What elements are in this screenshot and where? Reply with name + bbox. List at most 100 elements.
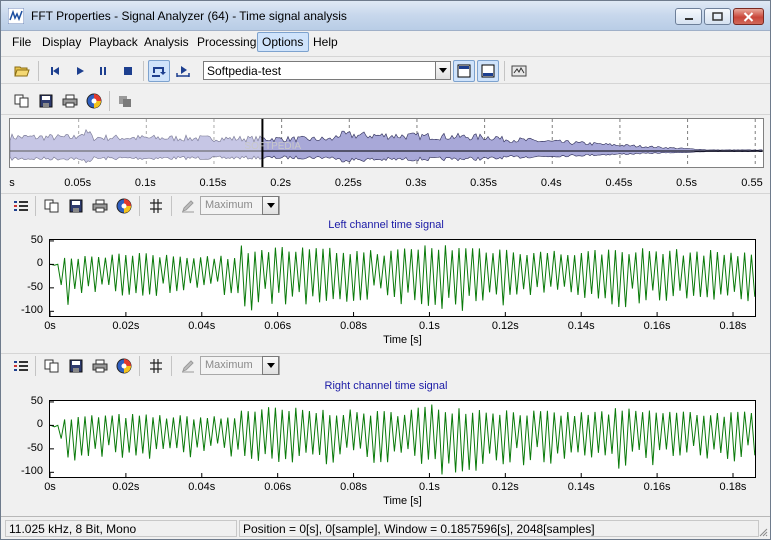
right-legend-button[interactable]	[11, 356, 31, 376]
menu-help[interactable]: Help	[308, 32, 343, 52]
menu-options[interactable]: Options	[257, 32, 310, 52]
close-icon	[743, 11, 754, 22]
color-palette-icon	[116, 198, 132, 214]
list-icon	[14, 361, 28, 371]
right-copy-button[interactable]	[42, 356, 62, 376]
x-axis-title: Time [s]	[383, 495, 422, 507]
layout-split-button[interactable]	[453, 60, 475, 82]
status-position: Position = 0[s], 0[sample], Window = 0.1…	[239, 520, 759, 537]
stop-button[interactable]	[118, 61, 138, 81]
copy-icon	[14, 94, 29, 108]
overview-tick-label: 0.1s	[134, 177, 156, 189]
overview-waveform[interactable]: SOFTPEDIA	[9, 118, 764, 168]
softpedia-watermark: SOFTPEDIA	[244, 141, 301, 152]
menu-analysis[interactable]: Analysis	[139, 32, 194, 52]
left-legend-button[interactable]	[11, 196, 31, 216]
layout-single-button[interactable]	[477, 60, 499, 82]
play-icon	[77, 67, 84, 75]
left-channel-plot[interactable]	[49, 239, 756, 317]
pause-icon	[100, 67, 106, 75]
play-button[interactable]	[70, 61, 90, 81]
x-tick-label: 0.02s	[112, 320, 140, 332]
x-tick-label: 0.08s	[340, 320, 368, 332]
print-icon	[62, 94, 78, 108]
skip-to-start-button[interactable]	[45, 61, 65, 81]
right-cursor-button[interactable]	[146, 356, 166, 376]
x-tick-label: 0.1s	[419, 481, 440, 493]
right-mode-dropdown[interactable]	[262, 356, 279, 375]
menu-display[interactable]: Display	[37, 32, 86, 52]
menu-processing[interactable]: Processing	[192, 32, 261, 52]
left-save-button[interactable]	[66, 196, 86, 216]
pause-button[interactable]	[93, 61, 113, 81]
resize-grip-icon[interactable]	[758, 527, 768, 537]
color-button[interactable]	[84, 91, 104, 111]
chevron-down-icon	[266, 203, 275, 208]
maximize-icon	[712, 12, 723, 21]
screenshot-icon	[511, 65, 527, 77]
overview-tick-label: 0.25s	[334, 177, 362, 189]
right-pen-button	[178, 356, 198, 376]
left-pen-button	[178, 196, 198, 216]
minimize-button[interactable]	[675, 8, 702, 25]
menu-playback[interactable]: Playback	[84, 32, 143, 52]
left-print-button[interactable]	[90, 196, 110, 216]
cursor-lines-icon	[150, 359, 162, 373]
play-selection-button[interactable]	[173, 61, 193, 81]
left-chart-toolbar: Maximum	[1, 193, 770, 217]
color-palette-icon	[86, 93, 102, 109]
signal-source-select[interactable]: Softpedia-test	[203, 61, 448, 80]
overview-tick-label: 0.55	[741, 177, 763, 189]
playback-toolbar: Softpedia-test	[1, 56, 770, 84]
x-tick-label: 0.08s	[340, 481, 368, 493]
color-palette-icon	[116, 358, 132, 374]
x-tick-label: 0.06s	[264, 481, 292, 493]
overview-time-axis: s 0.05s 0.1s 0.15s 0.2s 0.25s 0.3s 0.35s 0.4s 0.4…	[1, 169, 770, 193]
main-window: FFT Properties - Signal Analyzer (64) - …	[0, 0, 771, 540]
y-tick-label: -100	[20, 304, 43, 317]
right-channel-plot[interactable]	[49, 400, 756, 478]
right-color-button[interactable]	[114, 356, 134, 376]
loop-button[interactable]	[148, 60, 170, 82]
maximize-button[interactable]	[704, 8, 731, 25]
overview-selection[interactable]	[10, 119, 263, 167]
overview-tick-label: 0.3s	[405, 177, 427, 189]
save-button[interactable]	[36, 91, 56, 111]
x-tick-label: 0.04s	[188, 320, 216, 332]
close-button[interactable]	[733, 8, 764, 25]
menu-file[interactable]: File	[7, 32, 36, 52]
play-selection-icon	[176, 66, 190, 77]
overview-tick-label: 0.05s	[64, 177, 92, 189]
left-mode-dropdown[interactable]	[262, 196, 279, 215]
open-button[interactable]	[12, 61, 32, 81]
right-print-button[interactable]	[90, 356, 110, 376]
overview-tick-label: 0.4s	[540, 177, 562, 189]
x-tick-label: 0.18s	[719, 320, 747, 332]
y-tick-label: -50	[27, 280, 43, 293]
x-tick-label: 0.1s	[419, 320, 440, 332]
waveform-svg	[50, 240, 755, 316]
left-chart-title: Left channel time signal	[328, 219, 444, 231]
x-tick-label: 0.16s	[643, 320, 671, 332]
print-button[interactable]	[60, 91, 80, 111]
left-copy-button[interactable]	[42, 196, 62, 216]
signal-source-value: Softpedia-test	[207, 64, 282, 78]
x-tick-label: 0.14s	[567, 481, 595, 493]
right-save-button[interactable]	[66, 356, 86, 376]
left-cursor-button[interactable]	[146, 196, 166, 216]
copy-button[interactable]	[12, 91, 32, 111]
y-tick-label: 0	[36, 418, 43, 431]
x-tick-label: 0s	[44, 320, 56, 332]
x-tick-label: 0.14s	[567, 320, 595, 332]
x-tick-label: 0.12s	[491, 320, 519, 332]
signal-source-dropdown[interactable]	[435, 61, 451, 80]
waveform-trace	[50, 404, 755, 475]
status-format: 11.025 kHz, 8 Bit, Mono	[5, 520, 237, 537]
copy-disabled-icon	[119, 96, 131, 107]
screenshot-button[interactable]	[509, 61, 529, 81]
y-tick-label: 50	[30, 394, 43, 407]
left-color-button[interactable]	[114, 196, 134, 216]
skip-to-start-icon	[51, 67, 59, 75]
edit-toolbar	[1, 87, 770, 115]
waveform-trace	[50, 245, 755, 311]
